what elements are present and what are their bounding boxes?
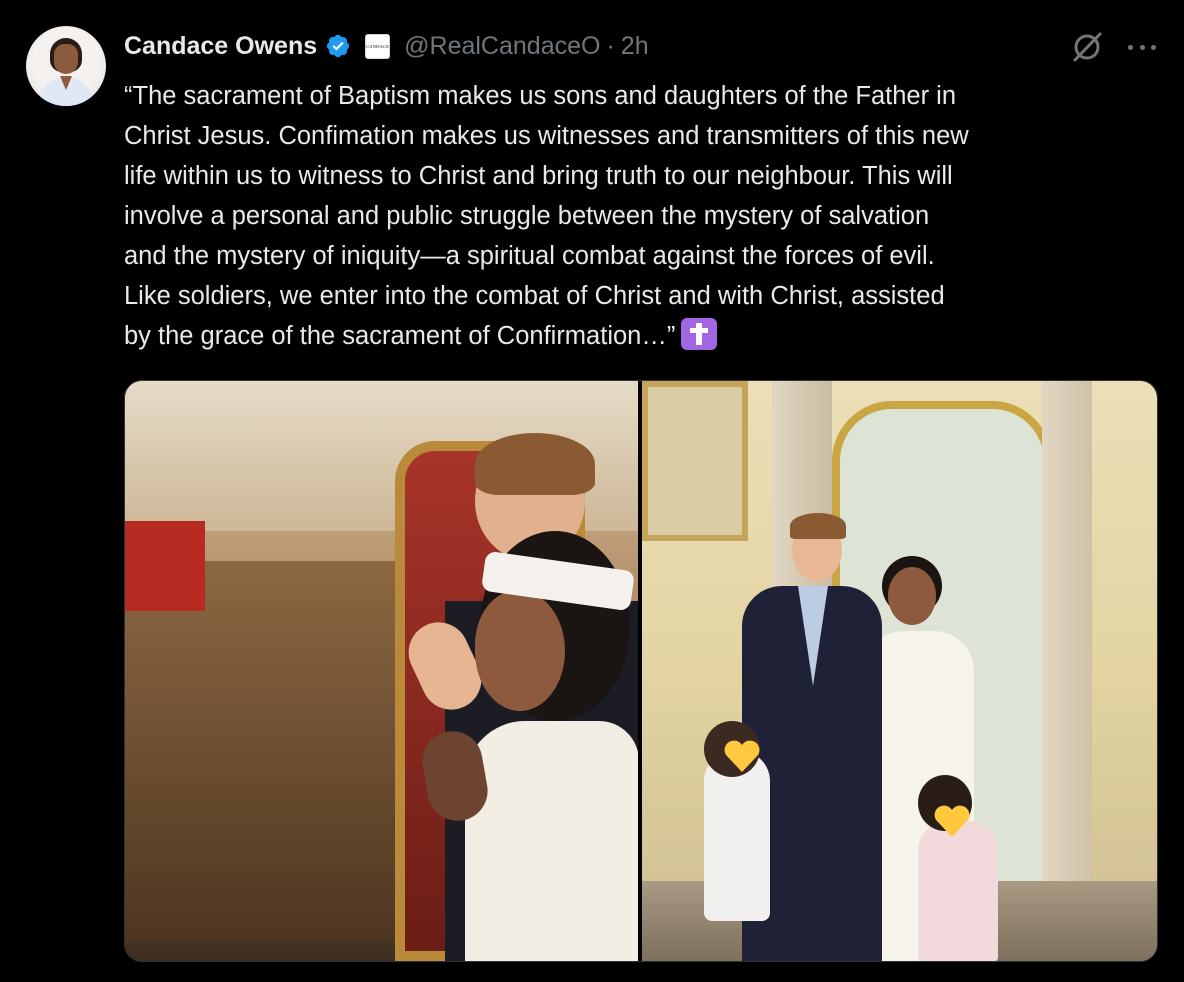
photo-family-portrait[interactable] (642, 381, 1157, 961)
photo-man-hair (790, 513, 846, 539)
photo-woman-face (475, 591, 565, 711)
photo-girl (918, 821, 998, 961)
separator-dot: · (606, 31, 615, 60)
photo-marble-pillar (1042, 381, 1092, 961)
more-options-icon[interactable] (1124, 34, 1160, 60)
tweet-media[interactable] (124, 380, 1158, 962)
more-dot (1139, 44, 1145, 50)
photo-red-cloth (125, 521, 205, 611)
timestamp[interactable]: 2h (621, 32, 649, 61)
tweet-header: Candace Owens CANDACE @RealCandaceO · 2h (124, 28, 649, 64)
photo-confirmation-prayer[interactable] (125, 381, 638, 961)
photo-woman-face (888, 567, 936, 625)
photo-man-hair (475, 433, 595, 495)
more-dot (1151, 44, 1156, 50)
affiliate-badge-icon[interactable]: CANDACE (365, 33, 391, 59)
photo-altar (125, 561, 425, 941)
verified-badge-icon[interactable] (325, 33, 351, 59)
tweet-text-body: “The sacrament of Baptism makes us sons … (124, 82, 969, 350)
grok-icon[interactable] (1070, 30, 1104, 64)
avatar-face (54, 44, 78, 74)
tweet[interactable]: Candace Owens CANDACE @RealCandaceO · 2h… (0, 0, 1184, 982)
author-handle[interactable]: @RealCandaceO (404, 32, 600, 61)
tweet-text: “The sacrament of Baptism makes us sons … (124, 76, 1164, 356)
avatar[interactable] (26, 26, 106, 106)
photo-woman-dress (465, 721, 638, 961)
more-dot (1128, 44, 1133, 50)
latin-cross-emoji-icon (681, 318, 718, 350)
photo-wall-painting (642, 381, 748, 541)
author-name[interactable]: Candace Owens (124, 32, 317, 61)
